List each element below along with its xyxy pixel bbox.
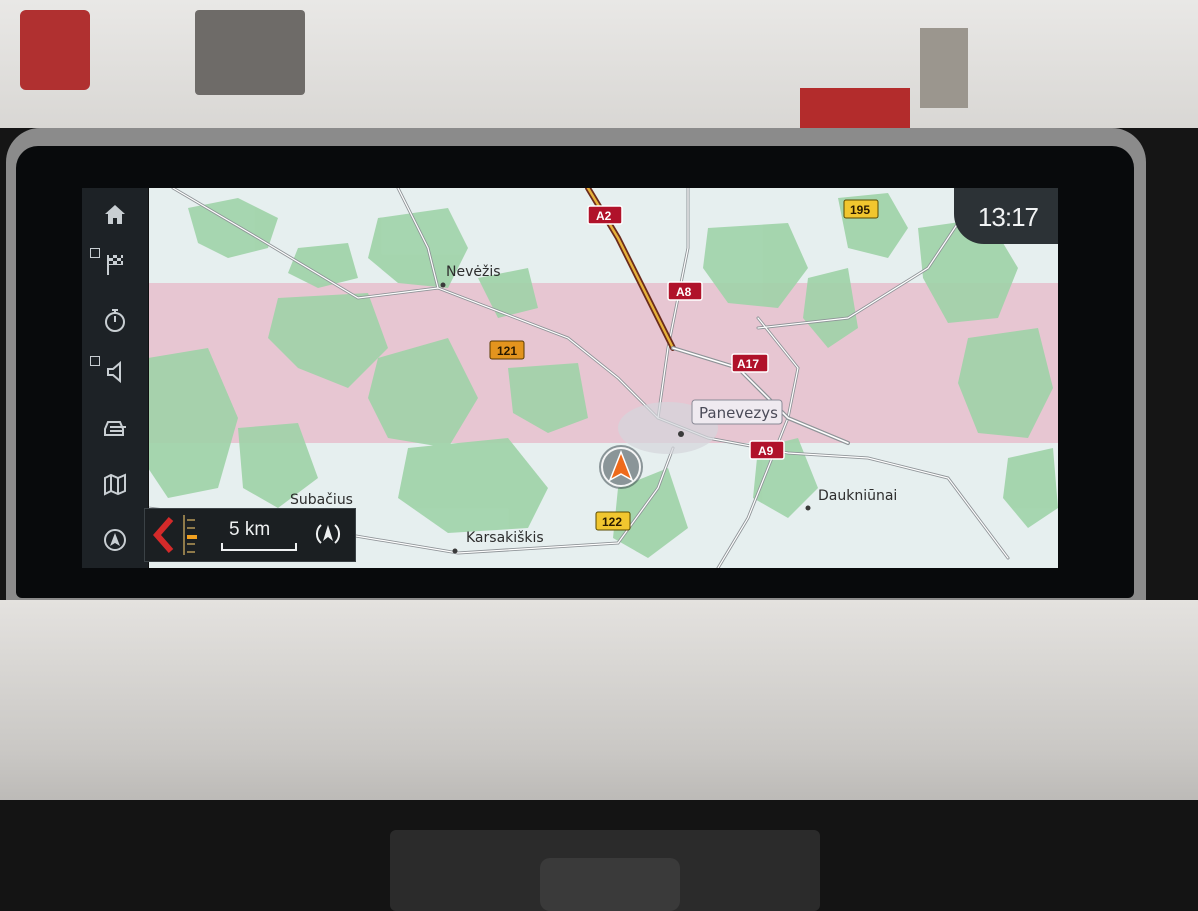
place-label-nevezis: Nevėžis xyxy=(446,264,501,280)
map-scale-widget[interactable]: 5 km xyxy=(144,508,356,562)
home-icon xyxy=(105,205,125,224)
town-dot xyxy=(440,282,446,288)
sidebar-item-map[interactable] xyxy=(82,460,148,508)
clock-time: 13:17 xyxy=(977,202,1039,232)
road-shield-121: 121 xyxy=(489,340,525,360)
sidebar-item-navigation[interactable] xyxy=(82,516,148,564)
back-arrow-icon[interactable] xyxy=(151,517,177,553)
wall-fire-extinguisher xyxy=(20,10,90,90)
town-dot xyxy=(452,548,458,554)
sidebar-item-destination[interactable] xyxy=(82,240,148,288)
city-dot xyxy=(678,431,684,437)
road-shield-195: 195 xyxy=(843,199,879,219)
road-shield-a2: A2 xyxy=(587,205,623,225)
map-icon xyxy=(104,473,126,496)
navigation-arrow-icon xyxy=(104,529,126,551)
svg-text:A2: A2 xyxy=(596,209,612,223)
city-label-panevezys[interactable]: Panevezys xyxy=(691,399,783,425)
navigation-screen: Nevėžis Subačius Karsakiškis Daukniūnai … xyxy=(82,188,1058,568)
road-shield-a17: A17 xyxy=(731,353,769,373)
vehicle-position-icon xyxy=(599,445,643,489)
sidebar xyxy=(82,188,149,568)
zoom-ruler[interactable] xyxy=(183,515,197,555)
wall-panel xyxy=(920,28,968,108)
road-shield-122: 122 xyxy=(595,511,631,531)
wall-red-box xyxy=(800,88,910,128)
sidebar-item-timer[interactable] xyxy=(82,296,148,344)
svg-text:121: 121 xyxy=(497,344,517,358)
stopwatch-icon xyxy=(105,309,125,332)
svg-text:Panevezys: Panevezys xyxy=(699,404,778,422)
scale-bar xyxy=(221,543,297,551)
wall-device xyxy=(195,10,305,95)
svg-text:A9: A9 xyxy=(758,444,774,458)
clock-panel: 13:17 xyxy=(954,188,1058,244)
road-shield-a9: A9 xyxy=(749,440,785,460)
svg-text:122: 122 xyxy=(602,515,622,529)
town-dot xyxy=(805,505,811,511)
destination-flag-icon xyxy=(107,255,123,275)
hazard-button-housing xyxy=(540,858,680,911)
compass-icon[interactable] xyxy=(313,519,343,549)
place-label-subacius: Subačius xyxy=(290,492,353,508)
road-shield-a8: A8 xyxy=(667,281,703,301)
sidebar-item-traffic[interactable] xyxy=(82,404,148,452)
traffic-car-icon xyxy=(104,421,126,436)
svg-text:195: 195 xyxy=(850,203,870,217)
dashboard-trim xyxy=(0,600,1198,820)
place-label-dauknunai: Daukniūnai xyxy=(818,488,897,504)
sidebar-item-audio[interactable] xyxy=(82,348,148,396)
sidebar-item-home[interactable] xyxy=(82,190,148,238)
speaker-icon xyxy=(107,360,121,384)
scale-label: 5 km xyxy=(229,519,271,540)
place-label-karsakiskis: Karsakiškis xyxy=(466,530,544,546)
svg-text:A17: A17 xyxy=(737,357,759,371)
svg-text:A8: A8 xyxy=(676,285,692,299)
